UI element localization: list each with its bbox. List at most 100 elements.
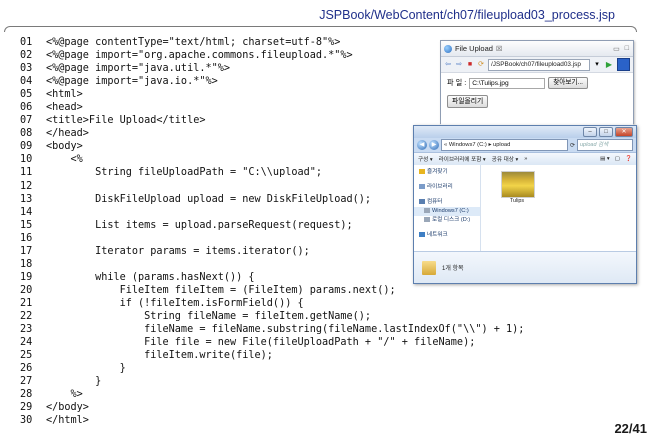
line-number: 04 <box>20 76 33 88</box>
code-text: </html> <box>46 415 89 427</box>
line-number: 19 <box>20 271 33 283</box>
library-icon <box>419 184 425 190</box>
file-input[interactable]: C:\Tulips.jpg <box>469 77 546 89</box>
line-number: 17 <box>20 245 33 257</box>
line-number: 22 <box>20 310 33 322</box>
command-item[interactable]: 라이브러리에 포함 ▾ <box>439 155 486 163</box>
line-number: 05 <box>20 89 33 101</box>
network-icon <box>419 232 425 238</box>
tulips-thumbnail[interactable] <box>501 171 535 198</box>
folder-icon <box>422 260 436 275</box>
code-text: } <box>46 363 126 375</box>
code-text: %> <box>46 389 83 401</box>
line-number: 20 <box>20 284 33 296</box>
nav-item[interactable]: 네트워크 <box>414 231 480 240</box>
line-number: 14 <box>20 206 33 218</box>
code-text: <% <box>46 154 83 166</box>
back-icon[interactable]: ⇦ <box>444 61 452 69</box>
line-number: 06 <box>20 102 33 114</box>
explorer-caption: – □ ✕ <box>414 126 636 138</box>
file-area: Tulips <box>481 165 636 251</box>
refresh-icon[interactable]: ⟳ <box>477 61 485 69</box>
maximize-icon[interactable]: □ <box>599 127 613 137</box>
search-input[interactable]: upload 검색 <box>577 139 633 151</box>
code-text: File file = new File(fileUploadPath + "/… <box>46 337 476 349</box>
explorer-window: – □ ✕ ◀ ▶ « Windows7 (C:) ▸ upload ⟳ upl… <box>413 125 637 284</box>
code-text: <%@page import="org.apache.commons.fileu… <box>46 50 353 62</box>
code-text: } <box>46 376 102 388</box>
browse-button[interactable]: 찾아보기... <box>548 77 588 89</box>
command-item[interactable]: 공유 대상 ▾ <box>492 155 519 163</box>
tab-close-icon[interactable]: ☒ <box>496 45 502 53</box>
nav-item[interactable]: 로컬 디스크 (D:) <box>414 216 480 225</box>
line-number: 16 <box>20 232 33 244</box>
url-bar[interactable]: /JSPBook/ch07/fileupload03.jsp <box>488 58 590 71</box>
view-options-icon[interactable]: ▤ ▾ <box>600 156 610 162</box>
line-number: 01 <box>20 37 33 48</box>
nav-item-label: 네트워크 <box>427 232 448 238</box>
restore-icon[interactable]: □ <box>625 45 629 53</box>
line-number: 15 <box>20 219 33 231</box>
code-text: while (params.hasNext()) { <box>46 271 255 283</box>
line-number: 07 <box>20 115 33 127</box>
nav-item[interactable]: Windows7 (C:) <box>414 207 480 216</box>
address-bar[interactable]: « Windows7 (C:) ▸ upload <box>441 139 568 151</box>
code-text: Iterator params = items.iterator(); <box>46 245 310 257</box>
code-text: List items = upload.parseRequest(request… <box>46 219 353 231</box>
header-path: JSPBook/WebContent/ch07/fileupload03_pro… <box>319 8 615 22</box>
nav-item-label: 라이브러리 <box>427 184 453 190</box>
code-text: <%@page import="java.util.*"%> <box>46 63 231 75</box>
globe-icon <box>444 44 452 53</box>
nav-item[interactable]: 컴퓨터 <box>414 198 480 207</box>
code-text: if (!fileItem.isFormField()) { <box>46 297 304 309</box>
minimize-icon[interactable]: ▭ <box>613 45 620 53</box>
computer-icon <box>419 199 425 205</box>
nav-item-label: 로컬 디스크 (D:) <box>432 217 471 223</box>
line-number: 24 <box>20 337 33 349</box>
refresh-icon[interactable]: ⟳ <box>570 142 575 149</box>
code-text: fileItem.write(file); <box>46 350 273 362</box>
line-number: 08 <box>20 128 33 140</box>
code-text: <title>File Upload</title> <box>46 115 206 127</box>
nav-item[interactable]: 즐겨찾기 <box>414 168 480 177</box>
page-number: 22/41 <box>614 421 647 436</box>
command-item[interactable]: 구성 ▾ <box>418 155 433 163</box>
close-icon[interactable]: ✕ <box>615 127 633 137</box>
line-number: 10 <box>20 154 33 166</box>
details-pane: 1개 항목 <box>414 251 636 283</box>
line-number: 27 <box>20 376 33 388</box>
external-browser-icon[interactable] <box>617 58 630 71</box>
preview-pane-icon[interactable]: ▢ <box>615 156 620 162</box>
browser-tab[interactable]: File Upload ☒ ▭ □ <box>441 41 633 57</box>
item-count: 1개 항목 <box>442 266 464 272</box>
nav-item[interactable]: 라이브러리 <box>414 183 480 192</box>
forward-icon[interactable]: ▶ <box>429 140 439 150</box>
code-text: fileName = fileName.substring(fileName.l… <box>46 324 525 336</box>
stop-icon[interactable]: ■ <box>466 61 474 69</box>
tab-title: File Upload <box>455 44 493 53</box>
nav-item-label: 컴퓨터 <box>427 199 443 205</box>
forward-icon[interactable]: ⇨ <box>455 61 463 69</box>
browser-content: 파 일 : C:\Tulips.jpg 찾아보기... 파일올리기 <box>441 73 633 131</box>
minimize-icon[interactable]: – <box>583 127 597 137</box>
star-icon <box>419 169 425 175</box>
upload-button[interactable]: 파일올리기 <box>447 95 489 108</box>
chevron-down-icon[interactable]: ▾ <box>593 61 601 69</box>
line-number: 28 <box>20 389 33 401</box>
code-text: </head> <box>46 128 89 140</box>
line-number: 23 <box>20 324 33 336</box>
line-number: 18 <box>20 258 33 270</box>
go-icon[interactable]: ▶ <box>604 60 614 70</box>
line-number: 26 <box>20 363 33 375</box>
drive-icon <box>424 217 430 223</box>
command-item[interactable]: » <box>524 156 527 162</box>
drive-icon <box>424 208 430 214</box>
file-name: Tulips <box>509 198 525 204</box>
code-text: <%@page import="java.io.*"%> <box>46 76 218 88</box>
line-number: 11 <box>20 167 33 179</box>
line-number: 12 <box>20 180 33 192</box>
code-text: String fileUploadPath = "C:\\upload"; <box>46 167 323 179</box>
line-number: 25 <box>20 350 33 362</box>
back-icon[interactable]: ◀ <box>417 140 427 150</box>
help-icon[interactable]: ❓ <box>625 156 632 162</box>
